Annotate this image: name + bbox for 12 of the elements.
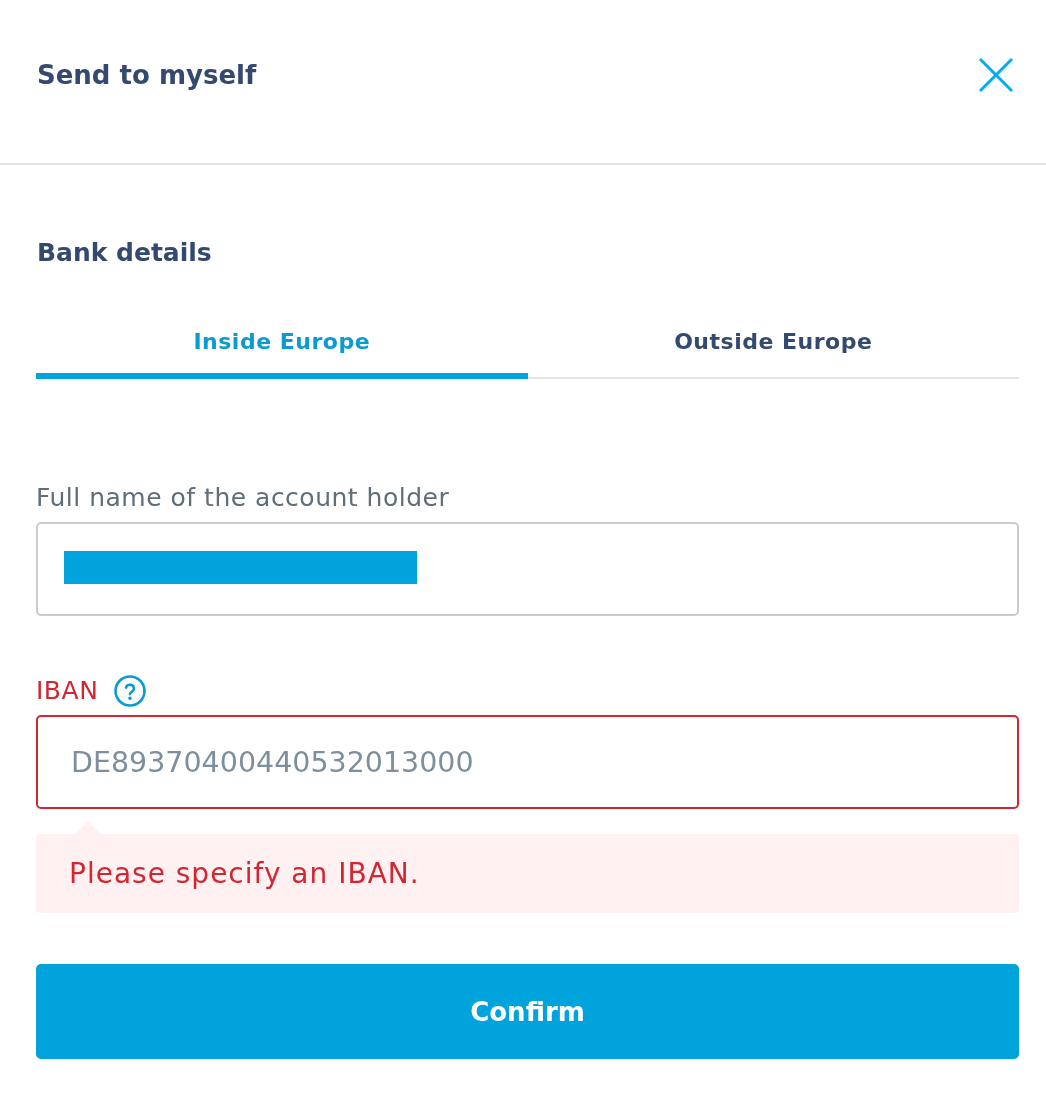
confirm-button[interactable]: Confirm <box>36 964 1019 1059</box>
field-label: IBAN <box>36 676 99 706</box>
tab[interactable]: Inside Europe <box>36 312 528 379</box>
section-title: Bank details <box>37 237 212 269</box>
close-button[interactable] <box>978 57 1014 93</box>
input-field[interactable]: DE89370400440532013000 <box>36 715 1019 809</box>
dialog-title: Send to myself <box>37 59 257 92</box>
help-icon[interactable] <box>114 675 147 707</box>
error-message: Please specify an IBAN. <box>36 834 1019 913</box>
close-icon <box>978 57 1014 93</box>
field-label: Full name of the account holder <box>36 483 450 513</box>
tab[interactable]: Outside Europe <box>527 312 1019 379</box>
